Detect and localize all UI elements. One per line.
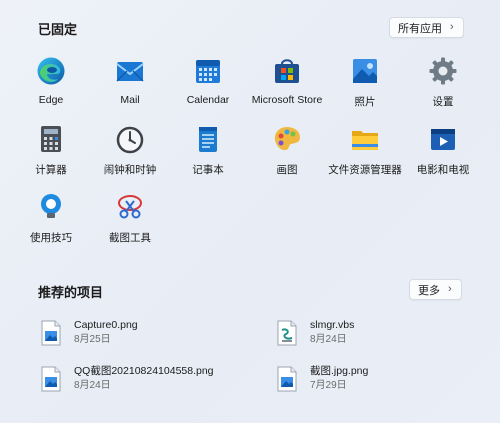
app-label: 闹钟和时钟 — [103, 164, 157, 176]
paint-icon — [272, 124, 302, 154]
script-file-icon — [276, 320, 298, 346]
app-label: 截图工具 — [109, 232, 151, 244]
recommended-title: 推荐的项目 — [38, 285, 104, 300]
image-file-icon — [276, 366, 298, 392]
app-tile-snipping-tool[interactable]: 截图工具 — [80, 192, 180, 252]
file-date: 8月25日 — [74, 334, 111, 345]
file-date: 7月29日 — [310, 380, 347, 391]
calendar-icon — [193, 56, 223, 86]
clock-icon — [115, 124, 145, 154]
recommended-item[interactable]: QQ截图20210824104558.png 8月24日 — [40, 364, 214, 400]
more-button[interactable]: 更多 › — [409, 279, 462, 300]
app-label: Mail — [120, 94, 140, 106]
calculator-icon — [36, 124, 66, 154]
snipping-tool-icon — [115, 192, 145, 222]
app-label: 画图 — [276, 164, 298, 176]
file-date: 8月24日 — [310, 334, 347, 345]
app-label: 记事本 — [192, 164, 224, 176]
image-file-icon — [40, 320, 62, 346]
app-label: 设置 — [432, 96, 454, 108]
pinned-title: 已固定 — [38, 22, 78, 37]
edge-icon — [36, 56, 66, 86]
app-label: Calendar — [186, 94, 230, 106]
all-apps-label: 所有应用 — [398, 22, 442, 35]
app-label: Microsoft Store — [251, 94, 323, 106]
file-name: QQ截图20210824104558.png — [74, 365, 214, 377]
recommended-item[interactable]: slmgr.vbs 8月24日 — [276, 318, 354, 354]
more-label: 更多 — [418, 284, 440, 297]
app-label: 计算器 — [35, 164, 67, 176]
tips-icon — [36, 192, 66, 222]
file-name: slmgr.vbs — [310, 319, 355, 331]
store-icon — [272, 56, 302, 86]
app-label: 使用技巧 — [30, 232, 72, 244]
chevron-right-icon: › — [450, 21, 454, 33]
movies-icon — [428, 124, 458, 154]
app-label: Edge — [38, 94, 64, 106]
image-file-icon — [40, 366, 62, 392]
gear-icon — [428, 56, 458, 86]
folder-icon — [350, 124, 380, 154]
photos-icon — [350, 56, 380, 86]
app-tile-settings[interactable]: 设置 — [393, 56, 493, 116]
recommended-item[interactable]: Capture0.png 8月25日 — [40, 318, 138, 354]
notepad-icon — [193, 124, 223, 154]
file-date: 8月24日 — [74, 380, 111, 391]
recommended-item[interactable]: 截图.jpg.png 7月29日 — [276, 364, 368, 400]
app-label: 文件资源管理器 — [328, 164, 402, 176]
file-name: 截图.jpg.png — [310, 365, 369, 377]
mail-icon — [115, 56, 145, 86]
all-apps-button[interactable]: 所有应用 › — [389, 17, 464, 38]
app-label: 照片 — [354, 96, 376, 108]
app-tile-movies-tv[interactable]: 电影和电视 — [393, 124, 493, 184]
file-name: Capture0.png — [74, 319, 138, 331]
chevron-right-icon: › — [448, 283, 452, 295]
app-label: 电影和电视 — [416, 164, 470, 176]
